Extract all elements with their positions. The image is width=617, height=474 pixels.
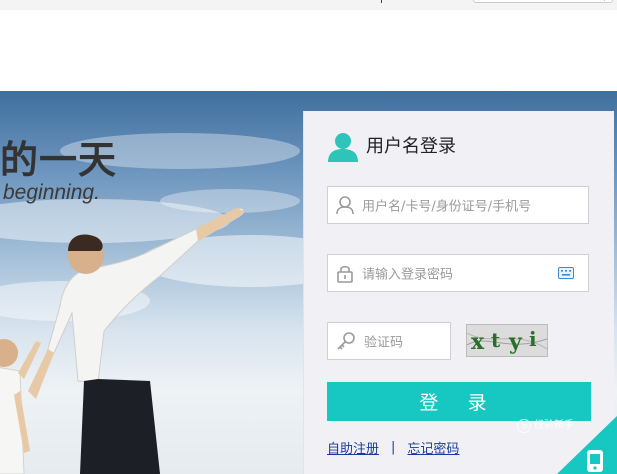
captcha-text: x t y i <box>467 327 547 355</box>
person-outline-icon <box>336 196 354 215</box>
login-title: 用户名登录 <box>366 136 456 157</box>
captcha-char-3: y <box>508 329 523 355</box>
people-illustration <box>0 208 245 474</box>
password-placeholder: 请输入登录密码 <box>362 267 454 283</box>
login-links: 自助注册 | 忘记密码 <box>327 438 459 457</box>
register-link[interactable]: 自助注册 <box>327 438 379 457</box>
captcha-image[interactable]: x t y i <box>466 324 548 357</box>
top-bar: ▾ <box>0 0 617 10</box>
captcha-char-4: i <box>529 327 537 351</box>
login-header: 用户名登录 <box>326 131 456 163</box>
captcha-char-2: t <box>491 328 501 352</box>
key-icon <box>337 332 355 350</box>
username-field[interactable]: 用户名/卡号/身份证号/手机号 <box>327 186 589 224</box>
top-search-box[interactable]: ▾ <box>473 0 613 3</box>
lock-icon <box>337 265 353 283</box>
watermark: S 经验新手 <box>517 419 574 433</box>
login-button[interactable]: 登 录 <box>327 382 591 421</box>
user-avatar-icon <box>328 133 358 162</box>
username-placeholder: 用户名/卡号/身份证号/手机号 <box>362 199 532 215</box>
captcha-char-1: x <box>471 329 485 355</box>
chevron-down-icon[interactable]: ▾ <box>602 0 606 3</box>
captcha-placeholder: 验证码 <box>364 335 404 351</box>
forgot-password-link[interactable]: 忘记密码 <box>407 438 459 457</box>
watermark-text: 经验新手 <box>534 420 574 431</box>
watermark-badge: S <box>517 419 531 433</box>
links-separator: | <box>391 440 396 455</box>
password-field[interactable]: 请输入登录密码 <box>327 254 589 292</box>
captcha-field[interactable]: 验证码 <box>327 322 451 360</box>
keyboard-icon[interactable] <box>558 267 574 279</box>
top-bar-divider <box>381 0 382 3</box>
